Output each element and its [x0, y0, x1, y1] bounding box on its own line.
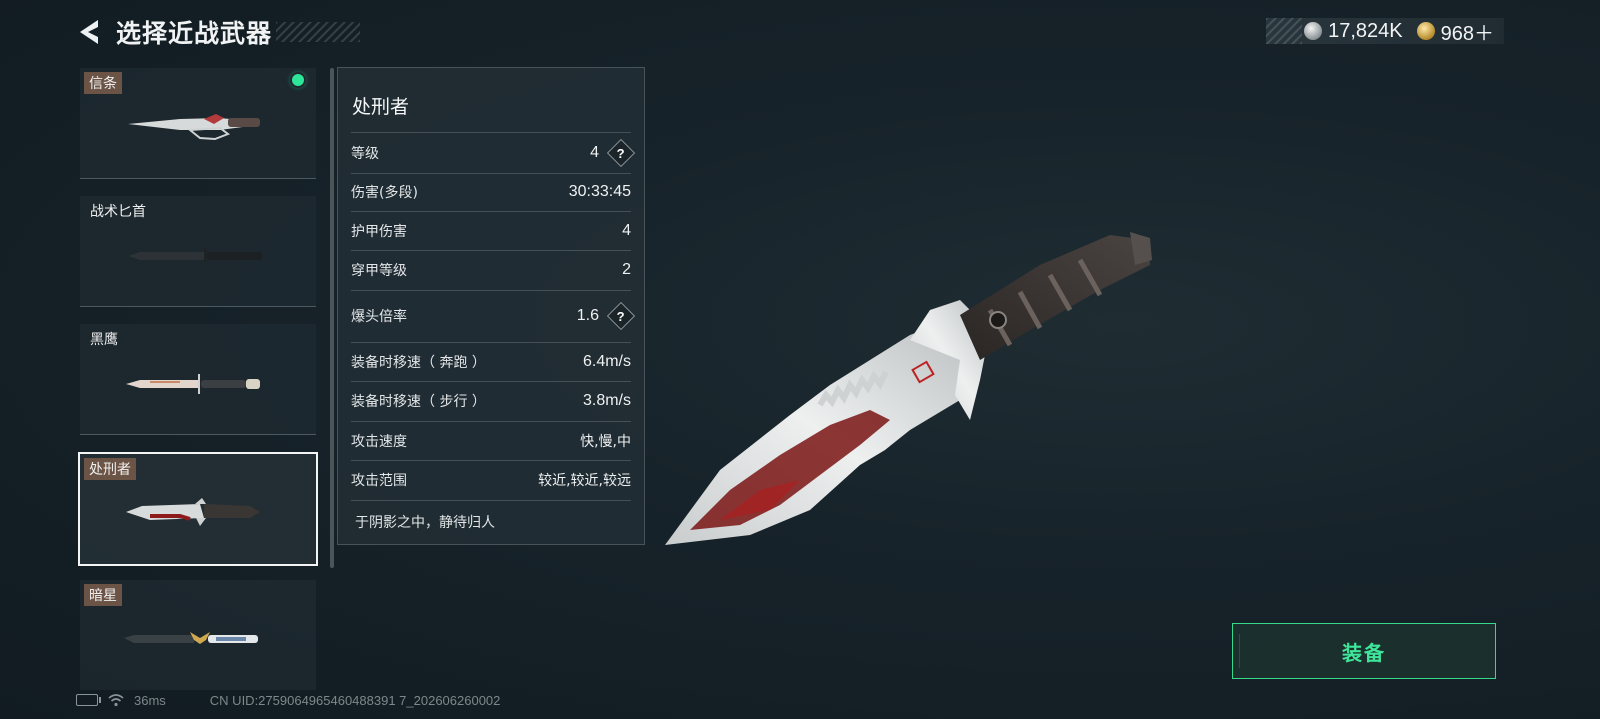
stat-value: 6.4m/s	[582, 352, 631, 370]
weapon-detail-title: 处刑者	[352, 96, 410, 118]
weapon-name: 信条	[84, 72, 122, 94]
help-icon[interactable]: ?	[606, 138, 636, 168]
stat-label: 伤害(多段)	[351, 184, 418, 201]
stat-value: 30:33:45	[568, 182, 631, 200]
stat-value: 快,慢,中	[580, 433, 631, 450]
weapon-name: 黑鹰	[90, 332, 118, 348]
equip-button-decoration	[1239, 634, 1270, 668]
ping-text: 36ms	[134, 692, 166, 708]
weapon-name: 暗星	[84, 584, 122, 606]
help-icon[interactable]: ?	[606, 301, 636, 331]
title-decoration	[276, 22, 361, 42]
page-header: 选择近战武器	[74, 14, 361, 50]
stat-value: 4 ?	[590, 138, 636, 168]
stat-row-penetration: 穿甲等级 2	[351, 250, 631, 291]
stat-label: 爆头倍率	[351, 309, 407, 325]
weapon-card-black-hawk[interactable]: 黑鹰	[80, 324, 316, 435]
weapon-list-scrollbar[interactable]	[330, 68, 334, 568]
status-bar: 36ms CN UID:2759064965460488391 7_202606…	[76, 690, 500, 710]
stat-row-headshot: 爆头倍率 1.6 ?	[351, 290, 636, 343]
stat-label: 攻击速度	[351, 433, 407, 450]
weapon-description: 于阴影之中，静待归人	[355, 515, 495, 531]
stat-value: 2	[622, 261, 631, 278]
silver-coin-icon	[1304, 22, 1323, 40]
stat-value: 1.6 ?	[576, 301, 636, 331]
weapon-card-dark-star[interactable]: 暗星	[80, 580, 316, 690]
stat-value: 3.8m/s	[582, 392, 631, 409]
page-title: 选择近战武器	[116, 19, 273, 48]
stat-row-walk-speed: 装备时移速（ 步行 ） 3.8m/s	[351, 381, 631, 422]
back-button[interactable]	[74, 14, 104, 50]
stat-row-armor-damage: 护甲伤害 4	[351, 211, 631, 251]
stat-row-level: 等级 4 ?	[351, 132, 636, 174]
knife-thumbnail-icon	[126, 374, 260, 394]
stat-value: 较近,较近,较远	[538, 473, 631, 489]
uid-text: CN UID:2759064965460488391 7_20260626000…	[209, 692, 501, 708]
back-arrow-icon	[80, 20, 98, 44]
weapon-card-xintiao[interactable]: 信条	[80, 68, 316, 179]
knife-preview-icon	[665, 232, 1152, 545]
battery-icon	[76, 694, 101, 706]
currency-decoration	[1266, 18, 1303, 44]
stat-label: 装备时移速（ 步行 ）	[351, 394, 486, 410]
stat-row-attack-speed: 攻击速度 快,慢,中	[351, 421, 631, 461]
equip-button[interactable]: 装备	[1232, 623, 1496, 679]
stat-value-text: 1.6	[576, 307, 599, 324]
equipped-indicator-icon	[292, 74, 304, 86]
equip-button-label: 装备	[1342, 640, 1386, 665]
stat-row-attack-range: 攻击范围 较近,较近,较远	[351, 460, 631, 501]
silver-balance: 17,824K	[1328, 19, 1403, 42]
weapon-list: 信条 战术匕首 黑鹰 处刑者 暗星	[78, 68, 320, 690]
wifi-icon	[108, 694, 124, 707]
knife-thumbnail-icon	[128, 114, 260, 141]
stat-label: 装备时移速（ 奔跑 ）	[351, 354, 486, 371]
weapon-card-tactical-dagger[interactable]: 战术匕首	[80, 196, 316, 307]
weapon-name: 战术匕首	[90, 204, 146, 220]
stat-value: 4	[622, 221, 631, 239]
stat-label: 等级	[351, 146, 379, 162]
knife-thumbnail-icon	[124, 632, 258, 644]
stat-value-text: 4	[590, 144, 599, 161]
gold-coin-icon	[1416, 22, 1435, 40]
stat-label: 护甲伤害	[351, 223, 407, 240]
gold-balance[interactable]: 968＋	[1441, 17, 1494, 46]
weapon-name: 处刑者	[84, 458, 136, 480]
weapon-detail-panel: 处刑者 等级 4 ? 伤害(多段) 30:33:45 护甲伤害 4 穿甲等级 2…	[337, 67, 645, 545]
currency-bar: 17,824K 968＋	[1266, 17, 1504, 46]
knife-thumbnail-icon	[128, 248, 262, 262]
knife-thumbnail-icon	[126, 498, 260, 526]
stat-row-run-speed: 装备时移速（ 奔跑 ） 6.4m/s	[351, 342, 631, 382]
stat-label: 攻击范围	[351, 473, 407, 489]
stat-label: 穿甲等级	[351, 263, 407, 279]
stat-row-damage: 伤害(多段) 30:33:45	[351, 172, 631, 212]
weapon-card-executioner[interactable]: 处刑者	[78, 452, 318, 566]
